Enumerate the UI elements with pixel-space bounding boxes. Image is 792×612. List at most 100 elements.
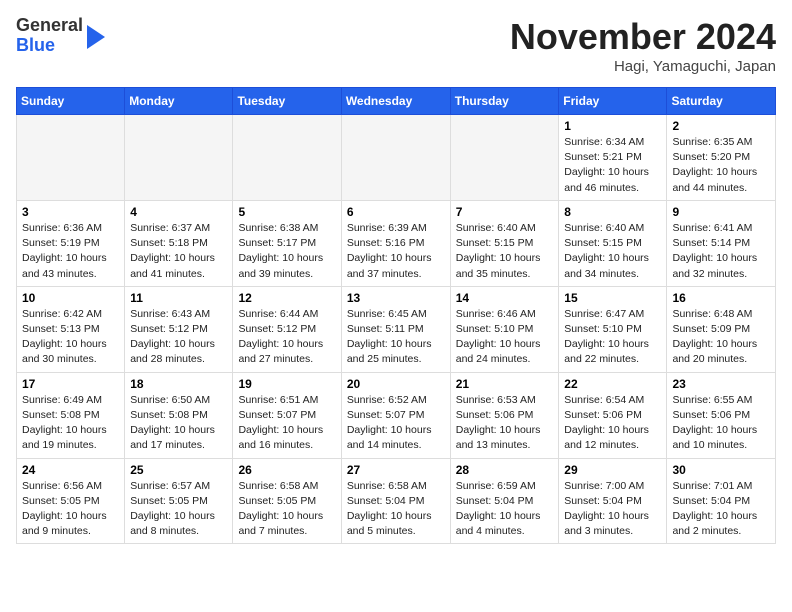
day-info: Sunrise: 6:46 AM Sunset: 5:10 PM Dayligh…: [456, 307, 554, 368]
day-number: 28: [456, 463, 554, 477]
weekday-header-wednesday: Wednesday: [341, 88, 450, 115]
day-info: Sunrise: 6:58 AM Sunset: 5:05 PM Dayligh…: [238, 479, 335, 540]
day-number: 14: [456, 291, 554, 305]
calendar-cell: [125, 115, 233, 201]
day-number: 19: [238, 377, 335, 391]
day-number: 17: [22, 377, 119, 391]
day-info: Sunrise: 6:42 AM Sunset: 5:13 PM Dayligh…: [22, 307, 119, 368]
week-row-4: 24 Sunrise: 6:56 AM Sunset: 5:05 PM Dayli…: [17, 458, 776, 544]
calendar-cell: 21 Sunrise: 6:53 AM Sunset: 5:06 PM Dayli…: [450, 372, 559, 458]
calendar-cell: [233, 115, 341, 201]
calendar-cell: [341, 115, 450, 201]
day-number: 13: [347, 291, 445, 305]
day-info: Sunrise: 6:45 AM Sunset: 5:11 PM Dayligh…: [347, 307, 445, 368]
day-info: Sunrise: 6:40 AM Sunset: 5:15 PM Dayligh…: [564, 221, 661, 282]
day-number: 23: [672, 377, 770, 391]
day-info: Sunrise: 6:40 AM Sunset: 5:15 PM Dayligh…: [456, 221, 554, 282]
calendar-cell: 1 Sunrise: 6:34 AM Sunset: 5:21 PM Daylig…: [559, 115, 667, 201]
calendar-cell: 8 Sunrise: 6:40 AM Sunset: 5:15 PM Daylig…: [559, 200, 667, 286]
day-number: 4: [130, 205, 227, 219]
calendar-cell: [17, 115, 125, 201]
week-row-3: 17Sunrise: 6:49 AM Sunset: 5:08 PM Dayli…: [17, 372, 776, 458]
day-info: Sunrise: 6:53 AM Sunset: 5:06 PM Dayligh…: [456, 393, 554, 454]
calendar-cell: 5Sunrise: 6:38 AM Sunset: 5:17 PM Daylig…: [233, 200, 341, 286]
weekday-header-saturday: Saturday: [667, 88, 776, 115]
day-number: 3: [22, 205, 119, 219]
calendar-cell: 20Sunrise: 6:52 AM Sunset: 5:07 PM Dayli…: [341, 372, 450, 458]
day-info: Sunrise: 6:57 AM Sunset: 5:05 PM Dayligh…: [130, 479, 227, 540]
day-number: 12: [238, 291, 335, 305]
day-info: Sunrise: 6:34 AM Sunset: 5:21 PM Dayligh…: [564, 135, 661, 196]
calendar-cell: 15 Sunrise: 6:47 AM Sunset: 5:10 PM Dayli…: [559, 286, 667, 372]
day-number: 7: [456, 205, 554, 219]
day-info: Sunrise: 6:54 AM Sunset: 5:06 PM Dayligh…: [564, 393, 661, 454]
day-number: 29: [564, 463, 661, 477]
calendar-cell: 2Sunrise: 6:35 AM Sunset: 5:20 PM Daylig…: [667, 115, 776, 201]
day-number: 6: [347, 205, 445, 219]
logo-text: General Blue: [16, 16, 83, 56]
calendar-cell: 22 Sunrise: 6:54 AM Sunset: 5:06 PM Dayli…: [559, 372, 667, 458]
day-info: Sunrise: 6:47 AM Sunset: 5:10 PM Dayligh…: [564, 307, 661, 368]
week-row-1: 3 Sunrise: 6:36 AM Sunset: 5:19 PM Daylig…: [17, 200, 776, 286]
calendar-cell: 4 Sunrise: 6:37 AM Sunset: 5:18 PM Daylig…: [125, 200, 233, 286]
weekday-header-thursday: Thursday: [450, 88, 559, 115]
logo-general: General: [16, 15, 83, 35]
day-number: 20: [347, 377, 445, 391]
day-info: Sunrise: 6:55 AM Sunset: 5:06 PM Dayligh…: [672, 393, 770, 454]
day-number: 1: [564, 119, 661, 133]
calendar-cell: 26 Sunrise: 6:58 AM Sunset: 5:05 PM Dayli…: [233, 458, 341, 544]
day-info: Sunrise: 6:56 AM Sunset: 5:05 PM Dayligh…: [22, 479, 119, 540]
day-number: 21: [456, 377, 554, 391]
day-info: Sunrise: 6:59 AM Sunset: 5:04 PM Dayligh…: [456, 479, 554, 540]
day-info: Sunrise: 6:35 AM Sunset: 5:20 PM Dayligh…: [672, 135, 770, 196]
week-row-0: 1 Sunrise: 6:34 AM Sunset: 5:21 PM Daylig…: [17, 115, 776, 201]
day-number: 10: [22, 291, 119, 305]
logo-blue: Blue: [16, 35, 55, 55]
weekday-header-row: SundayMondayTuesdayWednesdayThursdayFrid…: [17, 88, 776, 115]
day-number: 8: [564, 205, 661, 219]
day-number: 22: [564, 377, 661, 391]
calendar-cell: 28 Sunrise: 6:59 AM Sunset: 5:04 PM Dayli…: [450, 458, 559, 544]
calendar-cell: 10 Sunrise: 6:42 AM Sunset: 5:13 PM Dayli…: [17, 286, 125, 372]
day-info: Sunrise: 6:37 AM Sunset: 5:18 PM Dayligh…: [130, 221, 227, 282]
calendar-cell: 6 Sunrise: 6:39 AM Sunset: 5:16 PM Daylig…: [341, 200, 450, 286]
page-header: General Blue November 2024 Hagi, Yamaguc…: [16, 16, 776, 75]
week-row-2: 10 Sunrise: 6:42 AM Sunset: 5:13 PM Dayli…: [17, 286, 776, 372]
day-info: Sunrise: 6:39 AM Sunset: 5:16 PM Dayligh…: [347, 221, 445, 282]
day-info: Sunrise: 6:58 AM Sunset: 5:04 PM Dayligh…: [347, 479, 445, 540]
calendar-cell: 18 Sunrise: 6:50 AM Sunset: 5:08 PM Dayli…: [125, 372, 233, 458]
logo: General Blue: [16, 16, 105, 56]
day-info: Sunrise: 6:50 AM Sunset: 5:08 PM Dayligh…: [130, 393, 227, 454]
calendar-cell: 24 Sunrise: 6:56 AM Sunset: 5:05 PM Dayli…: [17, 458, 125, 544]
day-info: Sunrise: 7:01 AM Sunset: 5:04 PM Dayligh…: [672, 479, 770, 540]
weekday-header-friday: Friday: [559, 88, 667, 115]
month-title: November 2024: [510, 16, 776, 58]
day-number: 11: [130, 291, 227, 305]
day-info: Sunrise: 6:38 AM Sunset: 5:17 PM Dayligh…: [238, 221, 335, 282]
day-info: Sunrise: 6:43 AM Sunset: 5:12 PM Dayligh…: [130, 307, 227, 368]
calendar-cell: 25 Sunrise: 6:57 AM Sunset: 5:05 PM Dayli…: [125, 458, 233, 544]
day-info: Sunrise: 6:36 AM Sunset: 5:19 PM Dayligh…: [22, 221, 119, 282]
calendar-cell: 27 Sunrise: 6:58 AM Sunset: 5:04 PM Dayli…: [341, 458, 450, 544]
day-number: 9: [672, 205, 770, 219]
day-number: 30: [672, 463, 770, 477]
calendar-cell: 29Sunrise: 7:00 AM Sunset: 5:04 PM Dayli…: [559, 458, 667, 544]
calendar-cell: 12Sunrise: 6:44 AM Sunset: 5:12 PM Dayli…: [233, 286, 341, 372]
calendar-cell: 17Sunrise: 6:49 AM Sunset: 5:08 PM Dayli…: [17, 372, 125, 458]
day-info: Sunrise: 6:51 AM Sunset: 5:07 PM Dayligh…: [238, 393, 335, 454]
weekday-header-sunday: Sunday: [17, 88, 125, 115]
day-number: 15: [564, 291, 661, 305]
day-info: Sunrise: 6:41 AM Sunset: 5:14 PM Dayligh…: [672, 221, 770, 282]
calendar-cell: 11 Sunrise: 6:43 AM Sunset: 5:12 PM Dayli…: [125, 286, 233, 372]
day-info: Sunrise: 6:48 AM Sunset: 5:09 PM Dayligh…: [672, 307, 770, 368]
day-number: 16: [672, 291, 770, 305]
calendar-cell: 16 Sunrise: 6:48 AM Sunset: 5:09 PM Dayli…: [667, 286, 776, 372]
day-number: 26: [238, 463, 335, 477]
logo-arrow-icon: [87, 25, 105, 49]
day-number: 27: [347, 463, 445, 477]
day-number: 25: [130, 463, 227, 477]
day-number: 24: [22, 463, 119, 477]
day-number: 18: [130, 377, 227, 391]
weekday-header-tuesday: Tuesday: [233, 88, 341, 115]
calendar-cell: 30 Sunrise: 7:01 AM Sunset: 5:04 PM Dayli…: [667, 458, 776, 544]
